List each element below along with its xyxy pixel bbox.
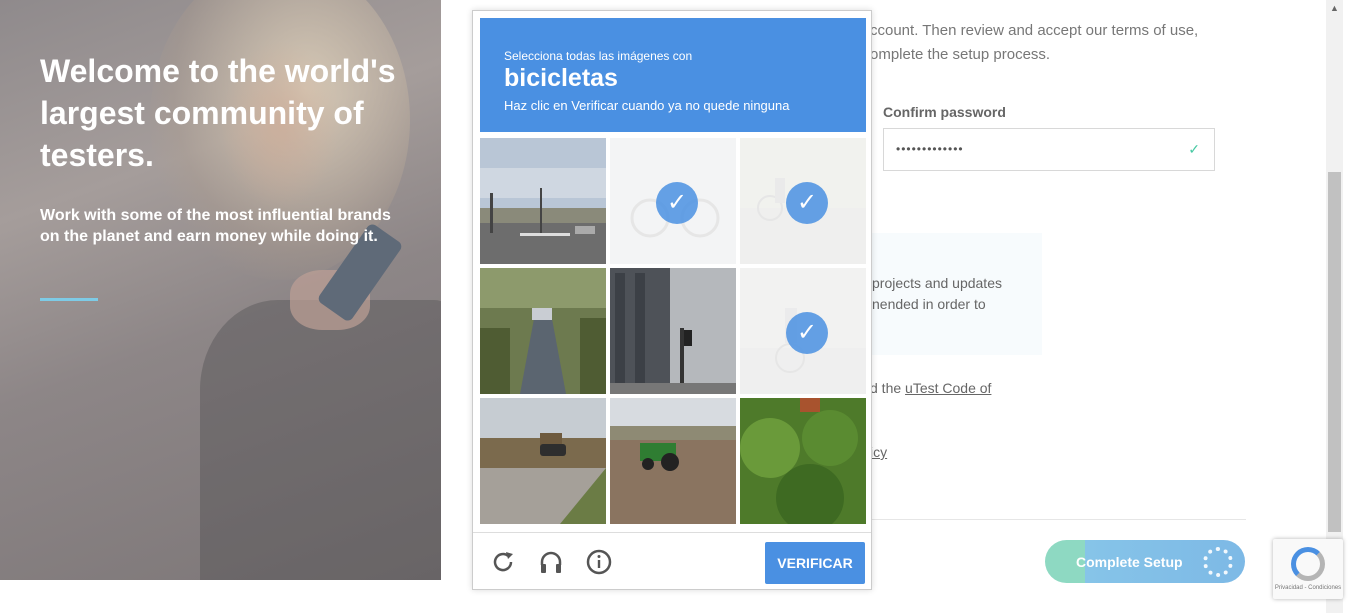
captcha-hint: Haz clic en Verificar cuando ya no quede… — [504, 98, 790, 113]
captcha-tile-3[interactable]: ✓ — [740, 138, 866, 264]
verify-button[interactable]: VERIFICAR — [765, 542, 865, 584]
recaptcha-badge[interactable]: Privacidad - Condiciones — [1273, 539, 1343, 599]
captcha-image-grid: ✓ ✓ ✓ — [480, 138, 866, 524]
captcha-tile-9[interactable] — [740, 398, 866, 524]
info-text-line-2: nended in order to — [872, 296, 986, 312]
info-text-line-1: projects and updates — [872, 275, 1002, 291]
selected-check-icon: ✓ — [786, 182, 828, 224]
captcha-tile-4[interactable] — [480, 268, 606, 394]
scroll-up-arrow-icon[interactable]: ▲ — [1330, 3, 1339, 13]
captcha-tile-7[interactable] — [480, 398, 606, 524]
captcha-tile-2[interactable]: ✓ — [610, 138, 736, 264]
hero-photo-shadow — [200, 300, 441, 580]
form-divider — [866, 519, 1246, 520]
code-of-conduct-text: d the uTest Code of — [870, 380, 991, 396]
headphones-icon[interactable] — [538, 549, 564, 575]
complete-setup-label: Complete Setup — [1076, 554, 1183, 570]
form-intro-line-2: omplete the setup process. — [870, 46, 1051, 63]
selected-check-icon: ✓ — [656, 182, 698, 224]
hero-subtitle: Work with some of the most influential b… — [40, 207, 391, 245]
reload-icon[interactable] — [490, 549, 516, 575]
page-scrollbar[interactable]: ▲ — [1326, 0, 1343, 613]
selected-check-icon: ✓ — [786, 312, 828, 354]
valid-check-icon: ✓ — [1188, 141, 1200, 157]
code-prefix: d the — [870, 380, 906, 396]
loading-spinner-icon — [1203, 547, 1233, 577]
confirm-password-field[interactable]: ••••••••••••• ✓ — [883, 128, 1215, 171]
hero-panel: Welcome to the world's largest community… — [0, 0, 441, 580]
privacy-policy-link[interactable]: icy — [870, 444, 887, 460]
hero-accent-rule — [40, 298, 98, 301]
captcha-tile-5[interactable] — [610, 268, 736, 394]
captcha-header: Selecciona todas las imágenes con bicicl… — [480, 18, 866, 132]
hero-title: Welcome to the world's largest community… — [40, 53, 396, 173]
form-intro-line-1: ccount. Then review and accept our terms… — [870, 22, 1199, 39]
confirm-password-label: Confirm password — [883, 104, 1006, 120]
info-icon[interactable] — [586, 549, 612, 575]
captcha-footer: VERIFICAR — [473, 532, 871, 589]
recaptcha-logo-icon — [1291, 547, 1325, 581]
captcha-instruction: Selecciona todas las imágenes con — [504, 49, 693, 63]
captcha-dialog: Selecciona todas las imágenes con bicicl… — [472, 10, 872, 590]
code-of-conduct-link[interactable]: uTest Code of — [905, 380, 991, 396]
captcha-keyword: bicicletas — [504, 64, 618, 92]
captcha-tile-6[interactable]: ✓ — [740, 268, 866, 394]
scrollbar-thumb[interactable] — [1328, 172, 1341, 532]
captcha-tile-1[interactable] — [480, 138, 606, 264]
info-box: projects and updates nended in order to — [866, 233, 1042, 355]
captcha-tile-8[interactable] — [610, 398, 736, 524]
confirm-password-value: ••••••••••••• — [896, 142, 964, 156]
complete-setup-button[interactable]: Complete Setup — [1045, 540, 1245, 583]
recaptcha-terms[interactable]: Privacidad - Condiciones — [1273, 585, 1343, 591]
